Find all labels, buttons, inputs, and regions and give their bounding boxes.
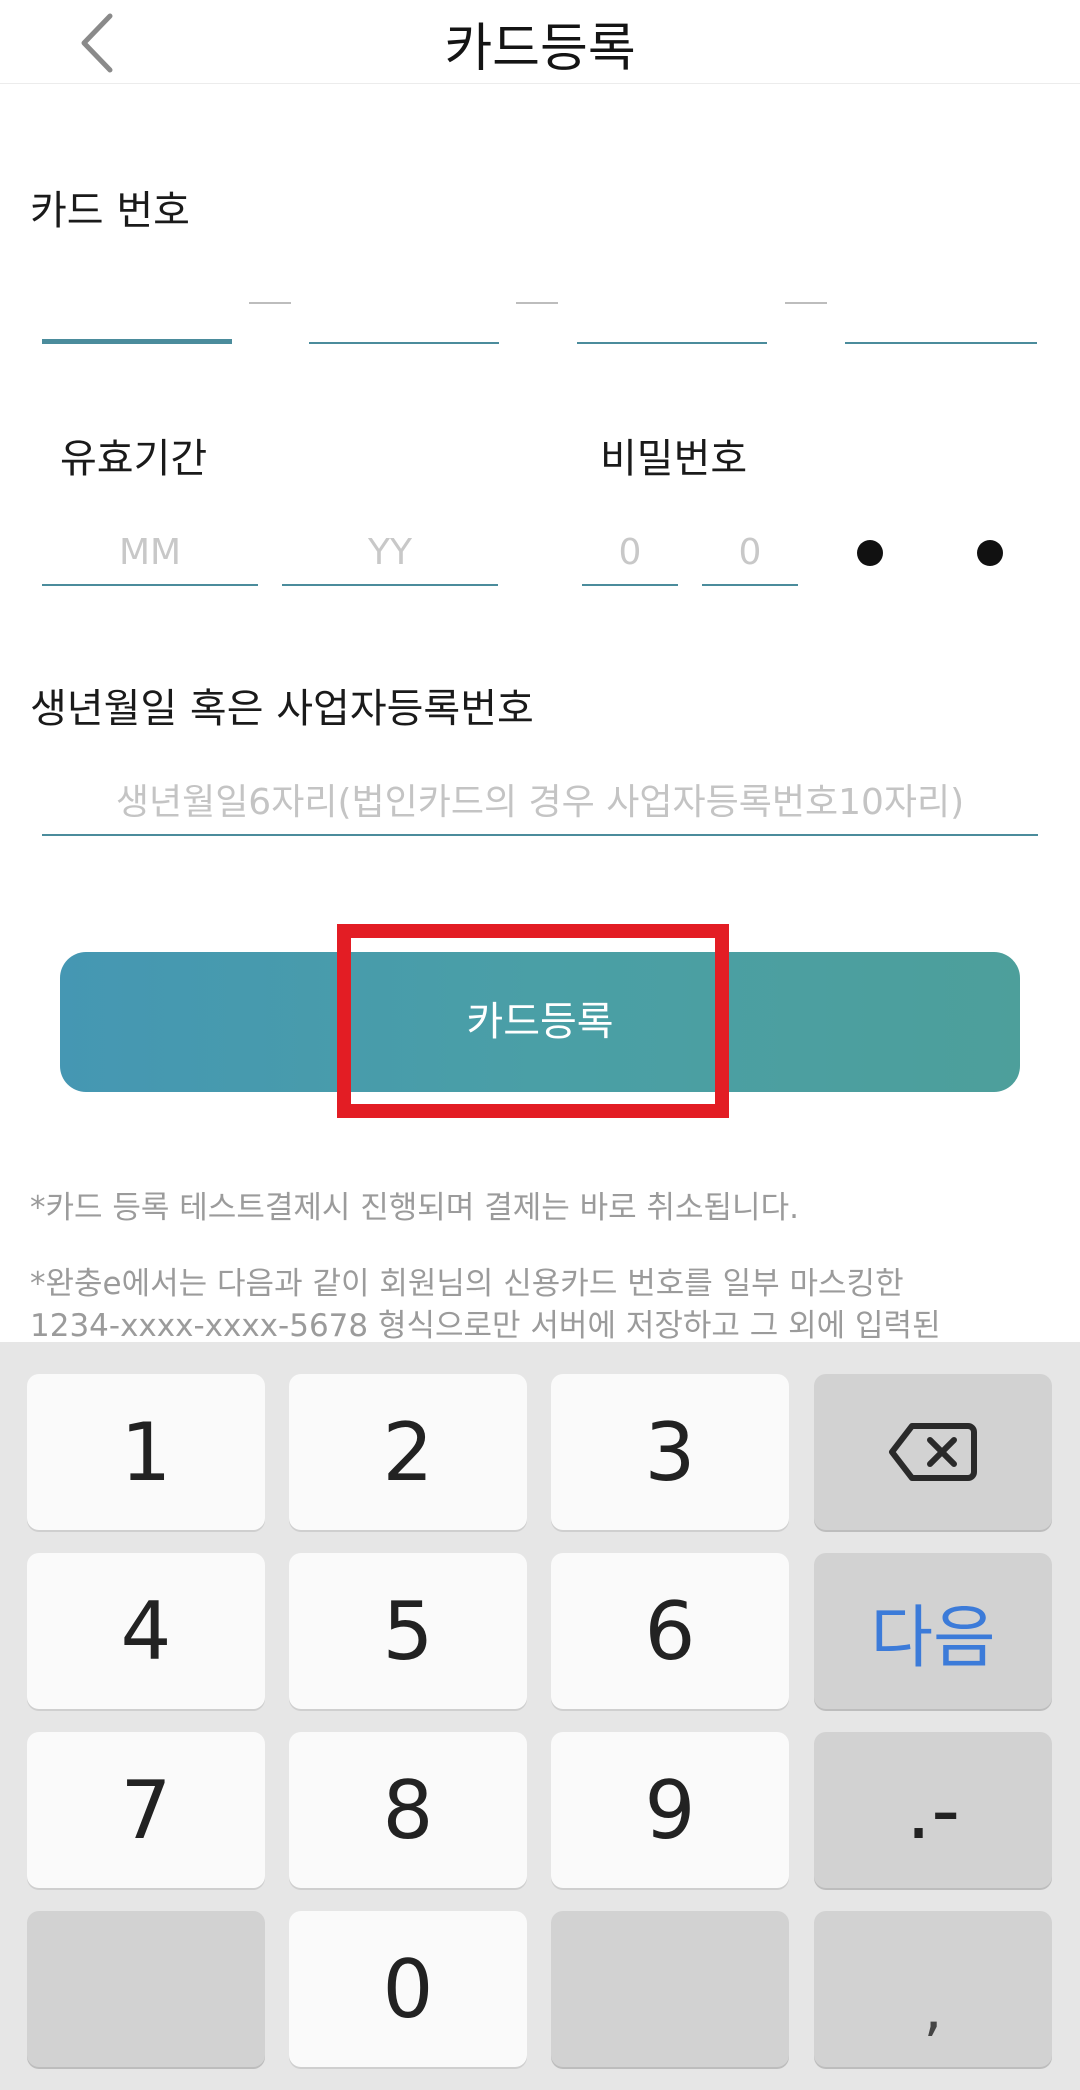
- key-8[interactable]: 8: [289, 1732, 527, 1888]
- key-4[interactable]: 4: [27, 1553, 265, 1709]
- page-title: 카드등록: [444, 19, 636, 79]
- expiry-month-field[interactable]: MM: [42, 520, 258, 586]
- key-2[interactable]: 2: [289, 1374, 527, 1530]
- expiry-label: 유효기간: [60, 436, 208, 482]
- backspace-key[interactable]: [814, 1374, 1052, 1530]
- key-3[interactable]: 3: [551, 1374, 789, 1530]
- key-6[interactable]: 6: [551, 1553, 789, 1709]
- password-digit-2-field[interactable]: 0: [702, 520, 798, 586]
- notice-text: *카드 등록 테스트결제시 진행되며 결제는 바로 취소됩니다.: [30, 1190, 799, 1226]
- birth-input[interactable]: 생년월일6자리(법인카드의 경우 사업자등록번호10자리): [42, 770, 1038, 836]
- card-number-separator: [249, 302, 291, 304]
- card-number-label: 카드 번호: [30, 188, 190, 234]
- numeric-keyboard: 1 2 3 4 5 6 다음 7 8 9 .- 0 ,: [0, 1342, 1080, 2090]
- card-number-separator: [785, 302, 827, 304]
- header: 카드등록: [0, 0, 1080, 84]
- password-mask-dot: [977, 540, 1003, 566]
- card-number-field-1[interactable]: [42, 236, 232, 344]
- expiry-year-field[interactable]: YY: [282, 520, 498, 586]
- password-label: 비밀번호: [600, 436, 748, 482]
- register-card-button[interactable]: 카드등록: [60, 952, 1020, 1092]
- password-digit-1-field[interactable]: 0: [582, 520, 678, 586]
- key-9[interactable]: 9: [551, 1732, 789, 1888]
- key-7[interactable]: 7: [27, 1732, 265, 1888]
- blank-key: [27, 1911, 265, 2067]
- backspace-icon: [889, 1423, 977, 1481]
- comma-key[interactable]: ,: [814, 1911, 1052, 2067]
- key-0[interactable]: 0: [289, 1911, 527, 2067]
- dot-dash-key[interactable]: .-: [814, 1732, 1052, 1888]
- notice-text: 1234-xxxx-xxxx-5678 형식으로만 서버에 저장하고 그 외에 …: [30, 1308, 941, 1344]
- card-number-separator: [516, 302, 558, 304]
- password-mask-dot: [857, 540, 883, 566]
- card-number-field-3[interactable]: [577, 236, 767, 344]
- key-5[interactable]: 5: [289, 1553, 527, 1709]
- card-number-field-2[interactable]: [309, 236, 499, 344]
- card-number-field-4[interactable]: [845, 236, 1037, 344]
- blank-key: [551, 1911, 789, 2067]
- notice-text: *완충e에서는 다음과 같이 회원님의 신용카드 번호를 일부 마스킹한: [30, 1266, 904, 1302]
- next-key[interactable]: 다음: [814, 1553, 1052, 1709]
- key-1[interactable]: 1: [27, 1374, 265, 1530]
- birth-label: 생년월일 혹은 사업자등록번호: [30, 686, 534, 732]
